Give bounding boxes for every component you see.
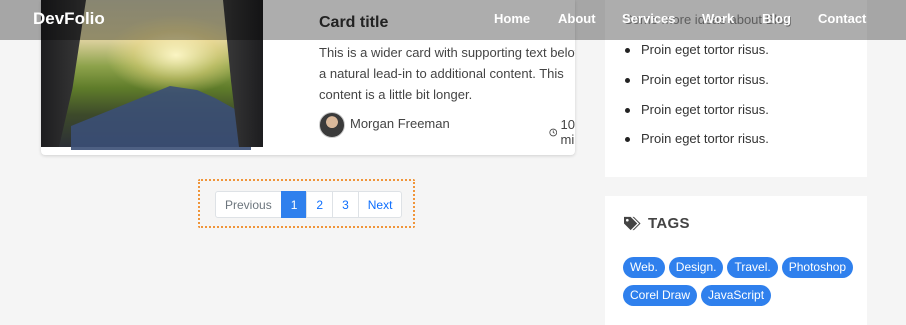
card-text: This is a wider card with supporting tex… xyxy=(319,45,575,102)
tag-travel[interactable]: Travel. xyxy=(727,257,778,278)
list-item[interactable]: Proin eget tortor risus. xyxy=(625,131,769,146)
page-1-button[interactable]: 1 xyxy=(280,191,308,218)
nav-contact[interactable]: Contact xyxy=(818,11,866,26)
nav-work[interactable]: Work xyxy=(702,11,734,26)
card-image-subject xyxy=(71,86,251,150)
tag-design[interactable]: Design. xyxy=(668,257,724,278)
tags-title: TAGS xyxy=(648,215,690,232)
nav-about[interactable]: About xyxy=(558,11,596,26)
list-item[interactable]: Proin eget tortor risus. xyxy=(625,102,769,117)
tag-list: Web. Design. Travel. Photoshop Corel Dra… xyxy=(623,257,863,306)
nav-services[interactable]: Services xyxy=(622,11,676,26)
next-button[interactable]: Next xyxy=(357,191,403,218)
author-name[interactable]: Morgan Freeman xyxy=(350,116,450,131)
clock-icon xyxy=(549,128,558,136)
avatar xyxy=(319,112,345,138)
nav-home[interactable]: Home xyxy=(494,11,530,26)
read-time-label: 10 min xyxy=(560,117,575,147)
read-time: 10 min xyxy=(549,117,575,147)
previous-button[interactable]: Previous xyxy=(215,191,282,218)
tag-photoshop[interactable]: Photoshop xyxy=(781,257,854,278)
pagination: Previous 1 2 3 Next xyxy=(215,191,403,218)
list-item-label: Proin eget tortor risus. xyxy=(641,42,769,57)
tags-header: TAGS xyxy=(623,215,690,232)
navbar: DevFolio Home About Services Work Blog C… xyxy=(0,0,906,40)
list-item-label: Proin eget tortor risus. xyxy=(641,131,769,146)
tag-javascript[interactable]: JavaScript xyxy=(701,285,772,306)
brand-logo[interactable]: DevFolio xyxy=(33,9,105,29)
tag-corel-draw[interactable]: Corel Draw xyxy=(623,285,698,306)
tag-icon xyxy=(624,216,641,231)
tags-widget: TAGS Web. Design. Travel. Photoshop Core… xyxy=(605,196,867,325)
list-item[interactable]: Proin eget tortor risus. xyxy=(625,42,769,57)
nav-blog[interactable]: Blog xyxy=(762,11,791,26)
tag-web[interactable]: Web. xyxy=(623,257,665,278)
page-2-button[interactable]: 2 xyxy=(306,191,334,218)
list-item[interactable]: Proin eget tortor risus. xyxy=(625,72,769,87)
page-3-button[interactable]: 3 xyxy=(332,191,359,218)
list-item-label: Proin eget tortor risus. xyxy=(641,72,769,87)
list-item-label: Proin eget tortor risus. xyxy=(641,102,769,117)
